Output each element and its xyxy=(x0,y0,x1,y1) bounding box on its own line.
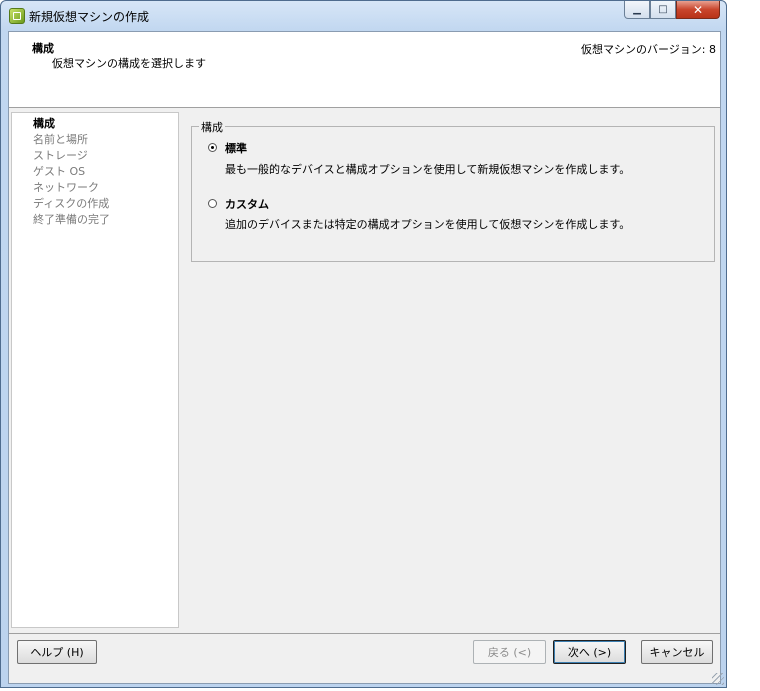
nav-step-create-disk[interactable]: ディスクの作成 xyxy=(33,195,109,211)
maximize-icon: □ xyxy=(658,4,668,15)
vm-version-label: 仮想マシンのバージョン: 8 xyxy=(581,43,716,56)
radio-custom[interactable] xyxy=(208,199,217,208)
nav-step-name-location[interactable]: 名前と場所 xyxy=(33,131,88,147)
window-controls: ▁ □ ✕ xyxy=(624,1,720,21)
wizard-header: 構成 仮想マシンの構成を選択します 仮想マシンのバージョン: 8 xyxy=(9,32,720,108)
nav-step-ready-to-complete[interactable]: 終了準備の完了 xyxy=(33,211,110,227)
footer-divider xyxy=(9,633,720,634)
configuration-group-label: 構成 xyxy=(199,119,225,135)
help-button[interactable]: ヘルプ (H) xyxy=(17,640,97,664)
back-button[interactable]: 戻る (<) xyxy=(473,640,546,664)
header-subtitle: 仮想マシンの構成を選択します xyxy=(52,57,206,70)
cancel-button[interactable]: キャンセル xyxy=(641,640,713,664)
title-bar[interactable]: 新規仮想マシンの作成 ▁ □ ✕ xyxy=(1,1,726,31)
minimize-button[interactable]: ▁ xyxy=(624,1,650,19)
header-title: 構成 xyxy=(32,42,54,55)
nav-step-storage[interactable]: ストレージ xyxy=(33,147,88,163)
nav-step-network[interactable]: ネットワーク xyxy=(33,179,99,195)
nav-step-configuration[interactable]: 構成 xyxy=(33,115,55,131)
option-typical-label[interactable]: 標準 xyxy=(225,140,247,156)
wizard-steps-nav: 構成 名前と場所 ストレージ ゲスト OS ネットワーク ディスクの作成 終了準… xyxy=(11,112,179,628)
option-custom-description: 追加のデバイスまたは特定の構成オプションを使用して仮想マシンを作成します。 xyxy=(225,218,631,231)
option-typical-description: 最も一般的なデバイスと構成オプションを使用して新規仮想マシンを作成します。 xyxy=(225,163,631,176)
window-title: 新規仮想マシンの作成 xyxy=(29,10,150,24)
minimize-icon: ▁ xyxy=(633,4,641,15)
wizard-window: 新規仮想マシンの作成 ▁ □ ✕ 構成 仮想マシンの構成を選択します 仮想マシン… xyxy=(0,0,727,688)
close-button[interactable]: ✕ xyxy=(676,1,720,19)
option-custom-label[interactable]: カスタム xyxy=(225,196,269,212)
maximize-button[interactable]: □ xyxy=(650,1,676,19)
radio-typical[interactable] xyxy=(208,143,217,152)
resize-grip[interactable] xyxy=(712,673,724,685)
app-icon xyxy=(9,8,25,24)
dialog-client: 構成 仮想マシンの構成を選択します 仮想マシンのバージョン: 8 構成 名前と場… xyxy=(8,31,721,684)
configuration-group: 構成 標準 最も一般的なデバイスと構成オプションを使用して新規仮想マシンを作成し… xyxy=(191,119,715,262)
nav-step-guest-os[interactable]: ゲスト OS xyxy=(33,163,85,179)
next-button[interactable]: 次へ (>) xyxy=(553,640,626,664)
close-icon: ✕ xyxy=(692,2,704,17)
